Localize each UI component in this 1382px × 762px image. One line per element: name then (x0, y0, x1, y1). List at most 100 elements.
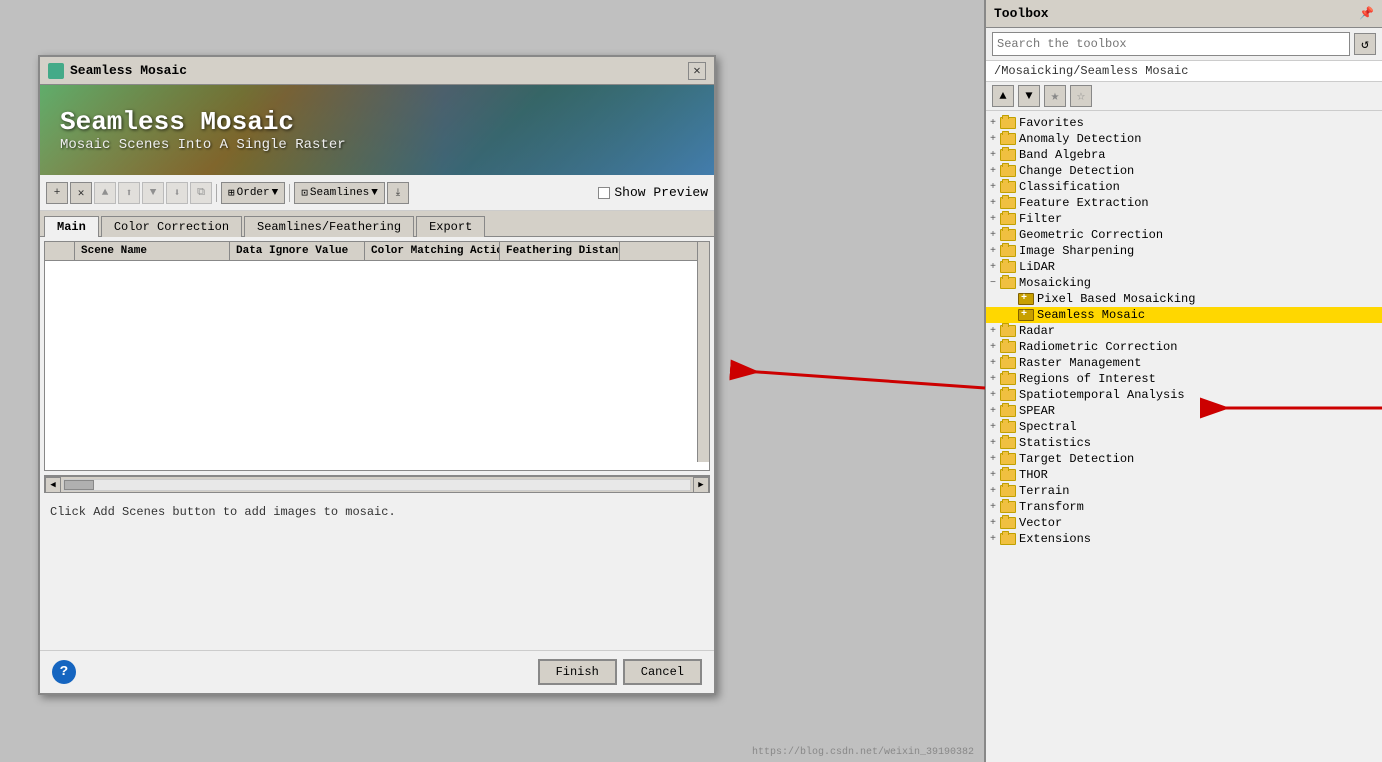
finish-button[interactable]: Finish (538, 659, 617, 685)
add-scenes-button[interactable]: + (46, 182, 68, 204)
tree-item-seamless[interactable]: Seamless Mosaic (986, 307, 1382, 323)
order-button[interactable]: ⊞ Order ▼ (221, 182, 285, 204)
dialog-title-left: Seamless Mosaic (48, 63, 187, 79)
tree-item-anomaly[interactable]: + Anomaly Detection (986, 131, 1382, 147)
status-text: Click Add Scenes button to add images to… (40, 497, 714, 527)
folder-icon-lidar (1000, 261, 1016, 273)
dialog-banner: Seamless Mosaic Mosaic Scenes Into A Sin… (40, 85, 714, 175)
separator1 (216, 184, 217, 202)
expand-icon-transform: + (986, 502, 1000, 513)
refresh-button[interactable]: ↺ (1354, 33, 1376, 55)
tab-color-correction[interactable]: Color Correction (101, 216, 242, 237)
tree-item-transform[interactable]: + Transform (986, 499, 1382, 515)
move-bottom-button[interactable]: ⬇ (166, 182, 188, 204)
scroll-thumb[interactable] (64, 480, 94, 490)
folder-icon-vector (1000, 517, 1016, 529)
tree-item-feature[interactable]: + Feature Extraction (986, 195, 1382, 211)
tree-item-radiometric[interactable]: + Radiometric Correction (986, 339, 1382, 355)
tree-label-vector: Vector (1019, 516, 1062, 530)
tree-item-raster_mgmt[interactable]: + Raster Management (986, 355, 1382, 371)
move-up-button[interactable]: ▲ (94, 182, 116, 204)
expand-icon-anomaly: + (986, 134, 1000, 145)
favorite-add-button[interactable]: ★ (1044, 85, 1066, 107)
tree-item-geometric[interactable]: + Geometric Correction (986, 227, 1382, 243)
expand-icon-terrain: + (986, 486, 1000, 497)
tree-item-lidar[interactable]: + LiDAR (986, 259, 1382, 275)
expand-icon-geometric: + (986, 230, 1000, 241)
tree-item-filter[interactable]: + Filter (986, 211, 1382, 227)
tree-item-spear[interactable]: + SPEAR (986, 403, 1382, 419)
toolbox-title: Toolbox (994, 6, 1049, 21)
folder-icon-extensions (1000, 533, 1016, 545)
tree-label-anomaly: Anomaly Detection (1019, 132, 1141, 146)
folder-icon-band (1000, 149, 1016, 161)
seamlines-button[interactable]: ⊡ Seamlines ▼ (294, 182, 385, 204)
dialog-toolbar: + ✕ ▲ ⬆ ▼ ⬇ ⧉ ⊞ Order ▼ ⊡ Seamlines ▼ ⤓ … (40, 175, 714, 211)
separator2 (289, 184, 290, 202)
tree-label-lidar: LiDAR (1019, 260, 1055, 274)
horizontal-scrollbar-area: ◀ ▶ (45, 476, 709, 492)
cancel-button[interactable]: Cancel (623, 659, 702, 685)
tree-item-change[interactable]: + Change Detection (986, 163, 1382, 179)
tree-item-spatiotemporal[interactable]: + Spatiotemporal Analysis (986, 387, 1382, 403)
show-preview-checkbox[interactable] (598, 187, 610, 199)
tree-item-image_sharp[interactable]: + Image Sharpening (986, 243, 1382, 259)
tab-main[interactable]: Main (44, 216, 99, 237)
tree-item-band[interactable]: + Band Algebra (986, 147, 1382, 163)
folder-icon-target (1000, 453, 1016, 465)
tree-item-thor[interactable]: + THOR (986, 467, 1382, 483)
tree-item-extensions[interactable]: + Extensions (986, 531, 1382, 547)
tree-label-spear: SPEAR (1019, 404, 1055, 418)
scroll-left-button[interactable]: ◀ (45, 477, 61, 493)
tree-item-mosaicking[interactable]: − Mosaicking (986, 275, 1382, 291)
tree-item-statistics[interactable]: + Statistics (986, 435, 1382, 451)
tree-item-terrain[interactable]: + Terrain (986, 483, 1382, 499)
breadcrumb: /Mosaicking/Seamless Mosaic (986, 61, 1382, 82)
col-header-color: Color Matching Action (365, 242, 500, 260)
tree-item-favorites[interactable]: + Favorites (986, 115, 1382, 131)
folder-icon-geometric (1000, 229, 1016, 241)
export-button[interactable]: ⤓ (387, 182, 409, 204)
tree-label-geometric: Geometric Correction (1019, 228, 1163, 242)
vertical-scrollbar[interactable] (697, 242, 709, 462)
favorite-remove-button[interactable]: ☆ (1070, 85, 1092, 107)
main-dialog: Seamless Mosaic ✕ Seamless Mosaic Mosaic… (38, 55, 716, 695)
tree-item-radar[interactable]: + Radar (986, 323, 1382, 339)
tree-item-spectral[interactable]: + Spectral (986, 419, 1382, 435)
search-input[interactable] (992, 32, 1350, 56)
seamlines-dropdown-icon: ▼ (371, 187, 378, 199)
tree-label-mosaicking: Mosaicking (1019, 276, 1091, 290)
nav-forward-button[interactable]: ▼ (1018, 85, 1040, 107)
tab-export[interactable]: Export (416, 216, 485, 237)
watermark: https://blog.csdn.net/weixin_39190382 (752, 747, 974, 758)
tree-label-transform: Transform (1019, 500, 1084, 514)
banner-title: Seamless Mosaic (60, 107, 694, 137)
tree-item-pixel_mosaic[interactable]: Pixel Based Mosaicking (986, 291, 1382, 307)
help-button[interactable]: ? (52, 660, 76, 684)
tree-item-target[interactable]: + Target Detection (986, 451, 1382, 467)
tree-item-regions[interactable]: + Regions of Interest (986, 371, 1382, 387)
nav-back-button[interactable]: ▲ (992, 85, 1014, 107)
copy-button[interactable]: ⧉ (190, 182, 212, 204)
folder-icon-terrain (1000, 485, 1016, 497)
action-buttons: Finish Cancel (538, 659, 702, 685)
tree-label-filter: Filter (1019, 212, 1062, 226)
tree-item-classification[interactable]: + Classification (986, 179, 1382, 195)
close-button[interactable]: ✕ (688, 62, 706, 80)
move-down-button[interactable]: ▼ (142, 182, 164, 204)
toolbox-titlebar: Toolbox 📌 (986, 0, 1382, 28)
dialog-bottom: ? Finish Cancel (40, 650, 714, 693)
expand-icon-lidar: + (986, 262, 1000, 273)
move-top-button[interactable]: ⬆ (118, 182, 140, 204)
scroll-right-button[interactable]: ▶ (693, 477, 709, 493)
tab-seamlines-feathering[interactable]: Seamlines/Feathering (244, 216, 414, 237)
expand-icon-mosaicking: − (986, 278, 1000, 289)
pin-button[interactable]: 📌 (1359, 6, 1374, 21)
order-icon: ⊞ (228, 186, 235, 200)
tree-item-vector[interactable]: + Vector (986, 515, 1382, 531)
tree-label-spectral: Spectral (1019, 420, 1077, 434)
tree-label-favorites: Favorites (1019, 116, 1084, 130)
dialog-app-icon (48, 63, 64, 79)
remove-button[interactable]: ✕ (70, 182, 92, 204)
folder-icon-image_sharp (1000, 245, 1016, 257)
